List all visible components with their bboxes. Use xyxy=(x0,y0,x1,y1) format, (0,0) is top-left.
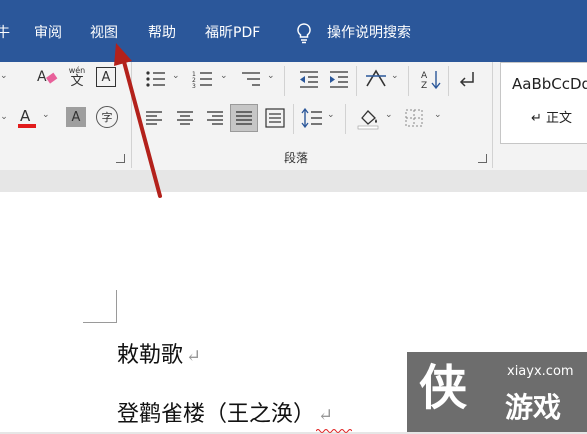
doc-line-2[interactable]: 登鹳雀楼（王之涣） ↵ xyxy=(117,396,333,428)
align-center-icon[interactable] xyxy=(176,110,194,126)
chevron-down-icon[interactable]: ⌄ xyxy=(434,110,442,120)
divider xyxy=(284,66,285,96)
svg-text:3: 3 xyxy=(192,83,196,88)
paragraph-group-label: 段落 xyxy=(284,151,309,165)
doc-line-1-text: 敕勒歌 xyxy=(117,343,184,368)
ribbon: ⌄ A wén 文 A ⌄ A ⌄ A 字 ⌄ 123 ⌄ ⌄ ⌄ A Z ⌄ … xyxy=(0,62,587,171)
font-color-button[interactable]: A xyxy=(16,104,38,130)
divider xyxy=(448,66,449,96)
menu-item-help[interactable]: 帮助 xyxy=(148,24,176,42)
site-watermark: 侠 xiayx.com 游戏 xyxy=(407,352,587,432)
decrease-indent-icon[interactable] xyxy=(298,70,320,88)
multilevel-list-icon[interactable] xyxy=(240,70,262,88)
numbering-icon[interactable]: 123 xyxy=(192,70,214,88)
ruler-strip xyxy=(0,170,587,192)
watermark-name: 游戏 xyxy=(505,391,562,424)
font-color-icon: A xyxy=(18,107,36,128)
divider xyxy=(356,66,357,96)
doc-line-2-text: 登鹳雀楼（王之涣） xyxy=(117,402,316,427)
clear-formatting-icon: A xyxy=(37,69,58,85)
chevron-down-icon[interactable]: ⌄ xyxy=(327,110,335,120)
style-name: ↵ 正文 xyxy=(531,111,573,126)
borders-icon[interactable] xyxy=(405,109,423,127)
clear-formatting-button[interactable]: A xyxy=(36,66,58,88)
menu-item-foxit-pdf[interactable]: 福昕PDF xyxy=(205,24,260,42)
justify-button[interactable] xyxy=(230,104,258,132)
chevron-down-icon[interactable]: ⌄ xyxy=(0,71,8,81)
menu-item-partial[interactable]: 牛 xyxy=(0,24,10,42)
menu-item-view[interactable]: 视图 xyxy=(90,24,118,42)
show-hide-marks-icon[interactable] xyxy=(458,70,478,88)
margin-corner-mark xyxy=(83,290,117,323)
tell-me-search[interactable]: 操作说明搜索 xyxy=(327,24,411,42)
chevron-down-icon[interactable]: ⌄ xyxy=(42,110,50,120)
increase-indent-icon[interactable] xyxy=(328,70,350,88)
svg-text:A: A xyxy=(421,71,428,81)
svg-text:Z: Z xyxy=(421,81,427,90)
group-divider xyxy=(492,62,493,168)
group-divider xyxy=(131,62,132,168)
distributed-icon[interactable] xyxy=(265,108,285,128)
bullets-icon[interactable] xyxy=(145,70,167,88)
chevron-down-icon[interactable]: ⌄ xyxy=(172,71,180,81)
divider xyxy=(408,66,409,96)
enclose-characters-button[interactable]: 字 xyxy=(96,106,118,128)
justify-icon xyxy=(236,111,252,125)
character-border-button[interactable]: A xyxy=(96,67,116,87)
chevron-down-icon[interactable]: ⌄ xyxy=(267,71,275,81)
paragraph-mark: ↵ xyxy=(186,346,202,367)
svg-text:A: A xyxy=(37,69,47,85)
paragraph-mark: ↵ xyxy=(318,405,334,426)
spellcheck-underline xyxy=(316,429,352,433)
style-gallery-normal[interactable]: AaBbCcDd ↵ 正文 xyxy=(500,62,587,144)
chevron-down-icon[interactable]: ⌄ xyxy=(385,110,393,120)
phonetic-guide-char: 文 xyxy=(70,73,84,89)
sort-icon[interactable]: AZ xyxy=(420,68,442,90)
watermark-logo-char: 侠 xyxy=(419,360,468,416)
divider xyxy=(345,104,346,134)
shading-icon[interactable] xyxy=(356,106,380,130)
paragraph-dialog-launcher[interactable] xyxy=(478,154,487,163)
style-preview-text: AaBbCcDd xyxy=(512,75,587,93)
lightbulb-icon[interactable] xyxy=(294,22,314,44)
svg-text:A: A xyxy=(20,107,31,125)
chinese-layout-icon[interactable] xyxy=(364,68,388,90)
line-spacing-icon[interactable] xyxy=(301,108,323,128)
phonetic-guide-button[interactable]: wén 文 xyxy=(66,64,88,90)
watermark-site: xiayx.com xyxy=(507,364,574,379)
chevron-down-icon[interactable]: ⌄ xyxy=(0,106,8,128)
menu-bar: 牛 审阅 视图 帮助 福昕PDF 操作说明搜索 xyxy=(0,0,587,62)
doc-line-1[interactable]: 敕勒歌 ↵ xyxy=(117,337,201,369)
align-right-icon[interactable] xyxy=(206,110,224,126)
align-left-icon[interactable] xyxy=(145,110,163,126)
chevron-down-icon[interactable]: ⌄ xyxy=(391,71,399,81)
divider xyxy=(293,104,294,134)
font-dialog-launcher[interactable] xyxy=(116,154,125,163)
character-shading-button[interactable]: A xyxy=(66,107,86,127)
menu-item-review[interactable]: 审阅 xyxy=(34,24,62,42)
chevron-down-icon[interactable]: ⌄ xyxy=(220,71,228,81)
